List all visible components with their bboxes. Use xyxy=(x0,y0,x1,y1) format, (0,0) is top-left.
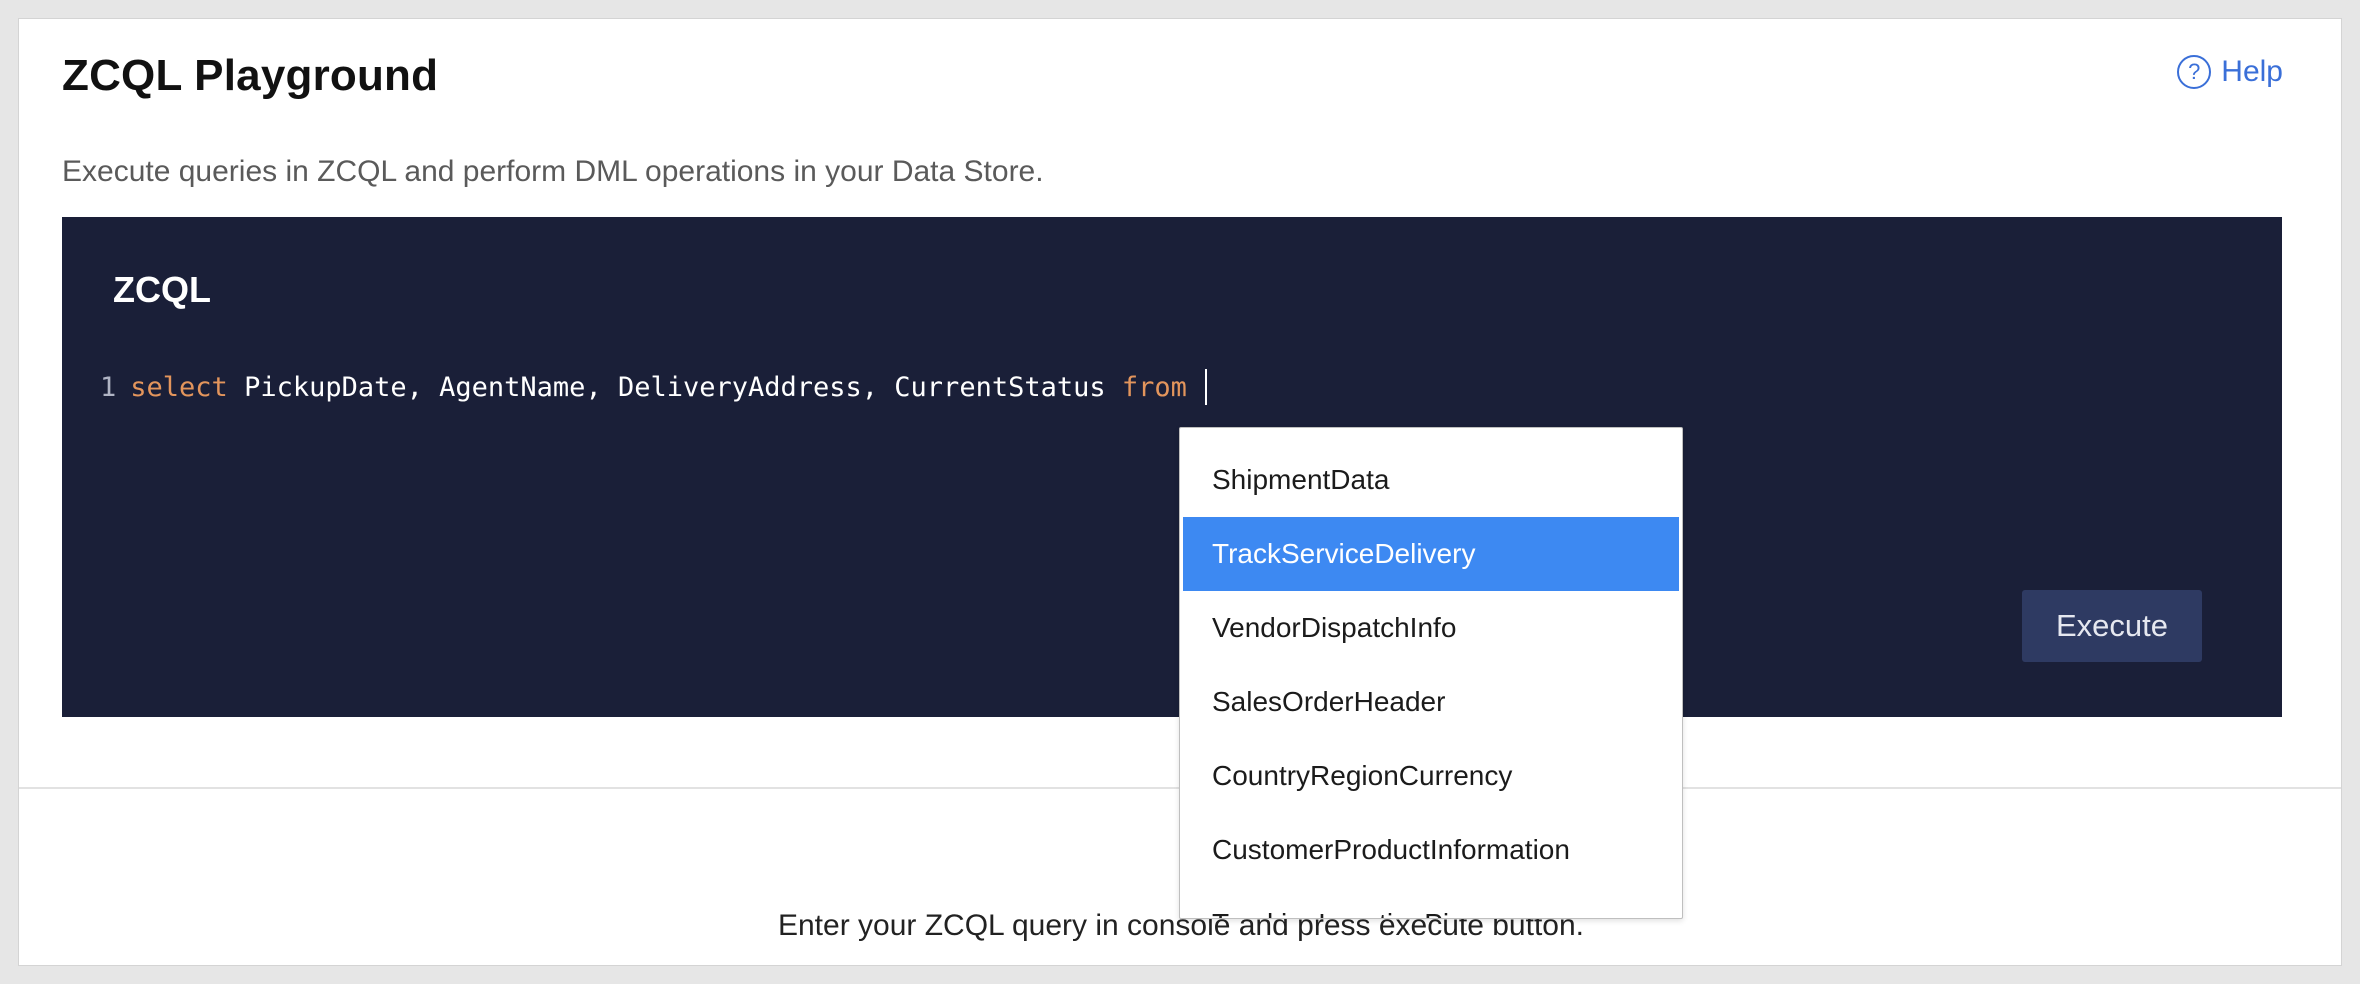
autocomplete-item-trackservicedelivery[interactable]: TrackServiceDelivery xyxy=(1183,517,1679,591)
keyword-from: from xyxy=(1121,371,1187,403)
autocomplete-item-shipmentdata[interactable]: ShipmentData xyxy=(1183,443,1679,517)
autocomplete-item-countryregioncurrency[interactable]: CountryRegionCurrency xyxy=(1183,739,1679,813)
console-title: ZCQL xyxy=(113,269,211,310)
keyword-select: select xyxy=(130,371,228,403)
help-label: Help xyxy=(2221,55,2283,88)
query-columns: PickupDate, AgentName, DeliveryAddress, … xyxy=(244,371,1106,403)
text-cursor xyxy=(1204,369,1207,405)
help-link[interactable]: ? Help xyxy=(2177,55,2283,89)
table-autocomplete-dropdown[interactable]: ShipmentData TrackServiceDelivery Vendor… xyxy=(1179,427,1683,919)
page-subtitle: Execute queries in ZCQL and perform DML … xyxy=(62,155,1044,188)
autocomplete-item-trackinglocationpins[interactable]: TrackingLocationPins xyxy=(1183,887,1679,918)
query-editor-line[interactable]: 1 select PickupDate, AgentName, Delivery… xyxy=(100,369,1207,405)
autocomplete-item-vendordispatchinfo[interactable]: VendorDispatchInfo xyxy=(1183,591,1679,665)
autocomplete-item-customerproductinformation[interactable]: CustomerProductInformation xyxy=(1183,813,1679,887)
autocomplete-item-salesorderheader[interactable]: SalesOrderHeader xyxy=(1183,665,1679,739)
line-number: 1 xyxy=(100,371,117,403)
question-circle-icon: ? xyxy=(2177,55,2212,89)
zcql-playground-panel: ZCQL Playground ? Help Execute queries i… xyxy=(18,18,2342,966)
query-console[interactable]: ZCQL 1 select PickupDate, AgentName, Del… xyxy=(62,217,2282,717)
execute-button[interactable]: Execute xyxy=(2022,590,2202,662)
page-title: ZCQL Playground xyxy=(62,51,439,100)
